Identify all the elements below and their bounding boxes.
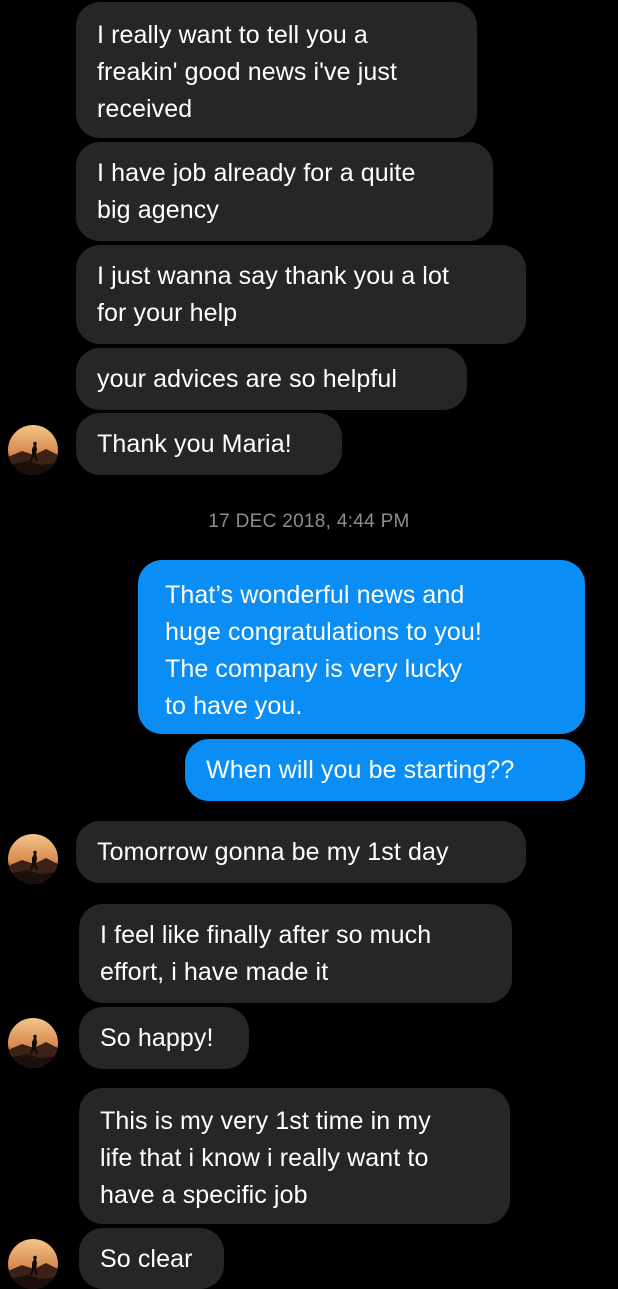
mountain-silhouette-icon bbox=[8, 425, 58, 475]
message-bubble-incoming[interactable]: Thank you Maria! bbox=[76, 413, 342, 475]
message-bubble-incoming[interactable]: So clear bbox=[79, 1228, 224, 1289]
message-bubble-incoming[interactable]: So happy! bbox=[79, 1007, 249, 1069]
message-bubble-incoming[interactable]: I feel like finally after so much effort… bbox=[79, 904, 512, 1003]
message-bubble-outgoing[interactable]: When will you be starting?? bbox=[185, 739, 585, 801]
message-bubble-incoming[interactable]: I have job already for a quite big agenc… bbox=[76, 142, 493, 241]
mountain-silhouette-icon bbox=[8, 834, 58, 884]
contact-avatar-icon[interactable] bbox=[8, 1018, 58, 1068]
message-timestamp: 17 DEC 2018, 4:44 PM bbox=[208, 511, 410, 532]
contact-avatar-icon[interactable] bbox=[8, 834, 58, 884]
mountain-silhouette-icon bbox=[8, 1018, 58, 1068]
message-bubble-incoming[interactable]: your advices are so helpful bbox=[76, 348, 467, 410]
contact-avatar-icon[interactable] bbox=[8, 1239, 58, 1289]
message-bubble-incoming[interactable]: This is my very 1st time in my life that… bbox=[79, 1088, 510, 1224]
message-bubble-outgoing[interactable]: That’s wonderful news and huge congratul… bbox=[138, 560, 585, 734]
message-bubble-incoming[interactable]: I just wanna say thank you a lot for you… bbox=[76, 245, 526, 344]
contact-avatar-icon[interactable] bbox=[8, 425, 58, 475]
mountain-silhouette-icon bbox=[8, 1239, 58, 1289]
message-bubble-incoming[interactable]: I really want to tell you a freakin' goo… bbox=[76, 2, 477, 138]
message-bubble-incoming[interactable]: Tomorrow gonna be my 1st day bbox=[76, 821, 526, 883]
